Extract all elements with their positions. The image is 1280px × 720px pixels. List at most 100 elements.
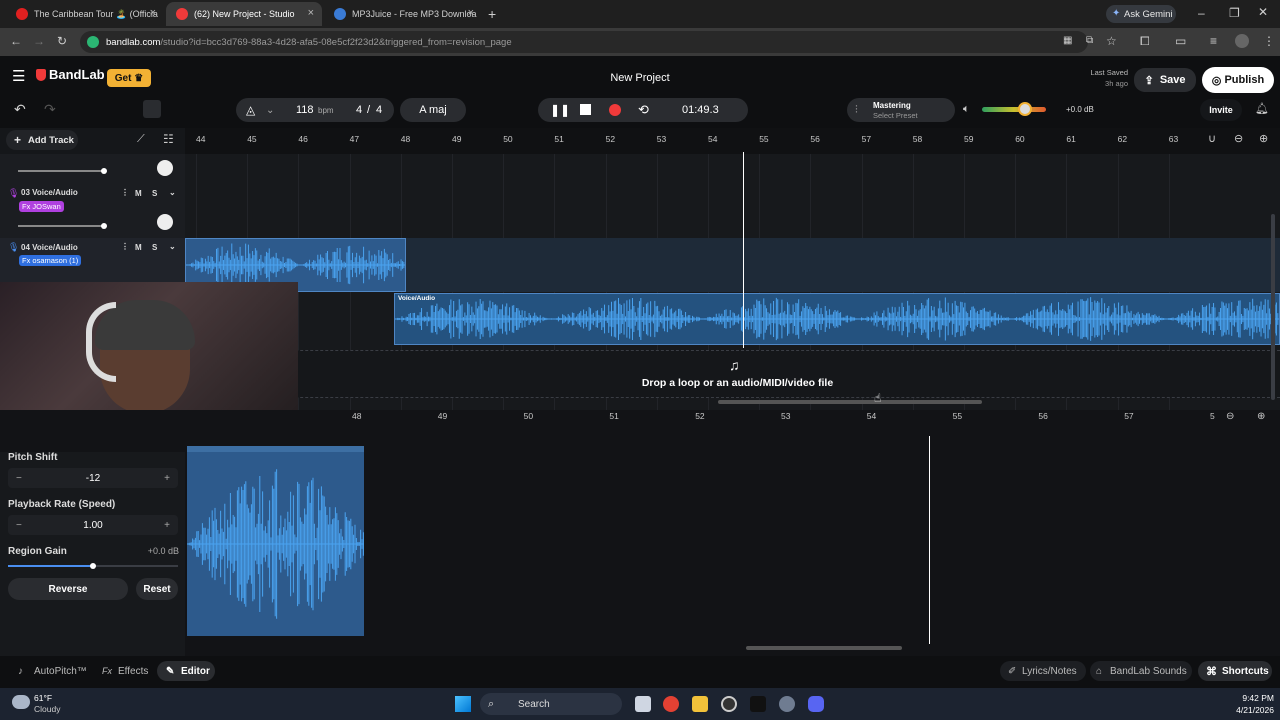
undo-icon[interactable]: ↶	[14, 101, 26, 118]
extensions-icon[interactable]: ⧠	[1140, 34, 1150, 49]
weather-temp[interactable]: 61°F	[34, 693, 52, 703]
mute-button[interactable]: M	[135, 189, 142, 198]
shortcuts-button[interactable]: ⌘ Shortcuts	[1198, 661, 1272, 681]
settings-gear-icon[interactable]	[779, 696, 795, 712]
window-close-icon[interactable]: ✕	[1258, 5, 1268, 19]
automation-icon[interactable]: ⟋	[137, 133, 145, 146]
clock-time[interactable]: 9:42 PM	[1214, 693, 1274, 703]
ask-gemini-button[interactable]: ✦ Ask Gemini	[1106, 5, 1176, 23]
profile-avatar[interactable]	[1235, 34, 1249, 48]
tab-new-project[interactable]: (62) New Project - Studio ×	[166, 2, 322, 26]
time-sig-den[interactable]: 4	[376, 104, 382, 116]
track-03-volume-slider[interactable]	[18, 223, 107, 229]
metronome-icon[interactable]: ◬	[246, 103, 255, 117]
redo-icon[interactable]: ↷	[44, 101, 56, 118]
tiktok-icon[interactable]	[750, 696, 766, 712]
chevron-down-icon[interactable]: ⌄	[169, 242, 176, 251]
sidepanel-icon[interactable]: ▭	[1175, 34, 1186, 48]
add-track-button[interactable]: + Add Track	[6, 130, 78, 150]
increment-button[interactable]: +	[164, 520, 170, 531]
app-icon[interactable]	[721, 696, 737, 712]
playback-rate-value[interactable]: 1.00	[83, 520, 102, 531]
slider-thumb[interactable]	[101, 223, 107, 229]
menu-icon[interactable]: ☰	[12, 67, 25, 85]
playhead[interactable]	[743, 152, 744, 348]
close-icon[interactable]: ×	[308, 7, 314, 19]
chevron-down-icon[interactable]: ⌄	[169, 188, 176, 197]
get-membership-button[interactable]: Get ♛	[107, 69, 151, 87]
file-explorer-icon[interactable]	[692, 696, 708, 712]
arrangement-area[interactable]: Voice/Audio ♫ Drop a loop or an audio/MI…	[185, 152, 1280, 410]
magnet-icon[interactable]: ∪	[1208, 132, 1216, 145]
chrome-icon[interactable]	[663, 696, 679, 712]
drop-zone[interactable]: ♫ Drop a loop or an audio/MIDI/video fil…	[185, 350, 1280, 398]
close-icon[interactable]: ×	[468, 7, 474, 19]
slider-thumb[interactable]	[101, 168, 107, 174]
timeline-ruler[interactable]: ∪ ⊖ ⊕ 44 45 46 47 48 49 50 51 52 53 54 55 56 57 58 59 60…	[185, 128, 1280, 154]
chevron-down-icon[interactable]: ⌄	[266, 105, 274, 116]
horizontal-scrollbar[interactable]	[718, 400, 982, 404]
vertical-scrollbar[interactable]	[1271, 214, 1275, 400]
track-02-pan-knob[interactable]	[157, 160, 173, 176]
project-title[interactable]: New Project	[560, 72, 720, 84]
zoom-out-icon[interactable]: ⊖	[1234, 132, 1243, 145]
taskbar-search[interactable]: ⌕ Search	[480, 693, 622, 715]
install-icon[interactable]: ⧉	[1086, 35, 1093, 46]
track-menu-icon[interactable]: ⋮	[121, 188, 129, 197]
save-button[interactable]: ⇪ Save	[1134, 68, 1196, 92]
address-bar[interactable]: bandlab.com/studio?id=bcc3d769-88a3-4d28…	[80, 31, 1088, 53]
reverse-button[interactable]: Reverse	[8, 578, 128, 600]
solo-button[interactable]: S	[152, 243, 157, 252]
bookmark-star-icon[interactable]: ☆	[1106, 34, 1117, 48]
volume-thumb[interactable]	[1018, 102, 1032, 116]
bell-icon[interactable]: 🔔︎	[1255, 102, 1269, 115]
mixer-icon[interactable]	[143, 100, 161, 118]
track-03-pan-knob[interactable]	[157, 214, 173, 230]
reset-button[interactable]: Reset	[136, 578, 178, 600]
loop-icon[interactable]: ⟲	[638, 102, 649, 118]
reload-icon[interactable]: ↻	[57, 34, 67, 48]
invite-button[interactable]: Invite	[1200, 99, 1242, 121]
record-icon[interactable]	[609, 104, 621, 116]
weather-condition[interactable]: Cloudy	[34, 704, 60, 714]
zoom-out-icon[interactable]: ⊖	[1226, 411, 1234, 422]
windows-start-icon[interactable]	[455, 696, 471, 712]
editor-horizontal-scrollbar[interactable]	[746, 646, 902, 650]
clock-date[interactable]: 4/21/2026	[1214, 705, 1274, 715]
tab-lyrics-notes[interactable]: ✐ Lyrics/Notes	[1000, 661, 1086, 681]
key-selector[interactable]: A maj	[400, 98, 466, 122]
track-04-fx-badge[interactable]: Fx osamason (1)	[19, 255, 82, 266]
reader-icon[interactable]: ▦	[1063, 35, 1072, 46]
track-02-volume-slider[interactable]	[18, 168, 107, 174]
discord-icon[interactable]	[808, 696, 824, 712]
back-icon[interactable]: ←	[10, 34, 22, 48]
track-settings-icon[interactable]: ☷	[163, 132, 174, 146]
tab-autopitch[interactable]: ♪ AutoPitch™	[8, 661, 92, 681]
tab-editor[interactable]: ✎ Editor	[157, 661, 215, 681]
tempo-value[interactable]: 118	[296, 104, 314, 116]
mute-button[interactable]: M	[135, 243, 142, 252]
tab-effects[interactable]: Fx Effects	[96, 661, 156, 681]
new-tab-button[interactable]: +	[488, 6, 496, 22]
stop-icon[interactable]	[580, 104, 591, 115]
publish-button[interactable]: ◎ Publish	[1202, 67, 1274, 93]
speaker-icon[interactable]: 🔈︎	[963, 103, 970, 116]
editor-playhead[interactable]	[929, 436, 930, 644]
more-menu-icon[interactable]: ⋮	[1263, 34, 1275, 48]
audio-clip-selected[interactable]: Voice/Audio	[394, 293, 1280, 345]
region-gain-slider[interactable]	[8, 563, 178, 569]
master-volume-slider[interactable]	[982, 102, 1046, 116]
increment-button[interactable]: +	[164, 473, 170, 484]
pitch-shift-value[interactable]: -12	[86, 473, 100, 484]
mastering-button[interactable]: ⫶ Mastering Select Preset	[847, 98, 955, 122]
decrement-button[interactable]: −	[16, 520, 22, 531]
forward-icon[interactable]: →	[33, 34, 45, 48]
tempo-control[interactable]: ◬ ⌄ 118 bpm 4 / 4	[236, 98, 394, 122]
weather-icon[interactable]	[12, 695, 30, 709]
tab-bandlab-sounds[interactable]: ⌂ BandLab Sounds	[1090, 661, 1192, 681]
track-03-fx-badge[interactable]: Fx JOSwan	[19, 201, 64, 212]
track-menu-icon[interactable]: ⋮	[121, 242, 129, 251]
editor-audio-region[interactable]	[187, 446, 364, 636]
decrement-button[interactable]: −	[16, 473, 22, 484]
slider-thumb[interactable]	[90, 563, 96, 569]
